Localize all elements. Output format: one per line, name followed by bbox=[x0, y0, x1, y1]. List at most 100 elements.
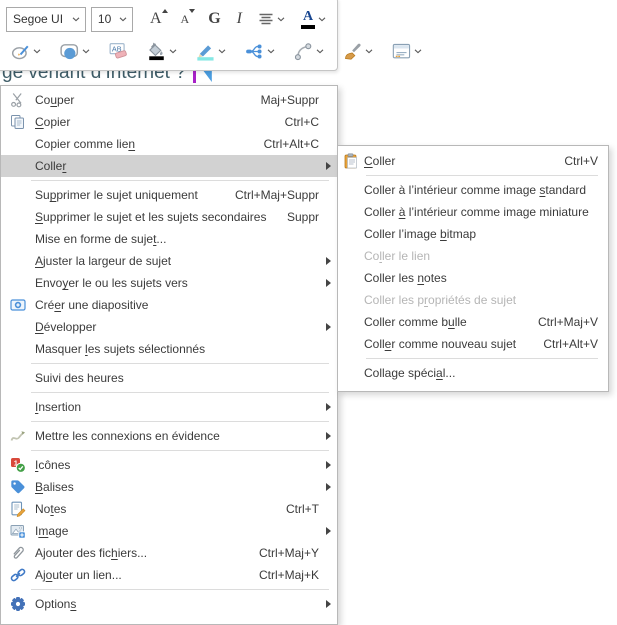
branch-style-button[interactable] bbox=[289, 38, 329, 64]
copy-icon bbox=[1, 114, 35, 130]
menu-item-label: Copier comme lien bbox=[35, 137, 250, 151]
menu-item-label: Ajouter des fichiers... bbox=[35, 546, 245, 560]
menu-item-label: Ajuster la largeur de sujet bbox=[35, 254, 319, 268]
menu-item-label: Coller l’image bitmap bbox=[364, 227, 598, 241]
chevron-down-icon bbox=[316, 49, 324, 54]
menu-item-copier[interactable]: CopierCtrl+C bbox=[1, 111, 337, 133]
menu-item-label: Coller comme bulle bbox=[364, 315, 524, 329]
menu-item-shortcut: Suppr bbox=[287, 210, 319, 224]
menu-item-creer-une-diapositive[interactable]: Créer une diapositive bbox=[1, 294, 337, 316]
scissors-icon bbox=[1, 92, 35, 108]
submenu-arrow-icon bbox=[326, 483, 331, 491]
format-painter-button[interactable] bbox=[338, 38, 378, 64]
submenu-arrow-slot bbox=[319, 483, 331, 491]
menu-item-ajouter-des-fichiers[interactable]: Ajouter des fichiers...Ctrl+Maj+Y bbox=[1, 542, 337, 564]
menu-item-coller-les-notes[interactable]: Coller les notes bbox=[338, 267, 608, 289]
menu-item-shortcut: Ctrl+T bbox=[286, 502, 319, 516]
menu-item-label: Mettre les connexions en évidence bbox=[35, 429, 319, 443]
submenu-arrow-slot bbox=[319, 257, 331, 265]
boundary-icon bbox=[11, 42, 30, 61]
chevron-down-icon bbox=[318, 17, 326, 22]
clear-formatting-button[interactable]: AB bbox=[104, 38, 133, 64]
shrink-font-arrow-icon bbox=[189, 9, 195, 13]
menu-item-suivi-des-heures[interactable]: Suivi des heures bbox=[1, 367, 337, 389]
italic-button[interactable]: I bbox=[232, 6, 247, 32]
menu-item-coller[interactable]: CollerCtrl+V bbox=[338, 150, 608, 172]
paste-submenu: CollerCtrl+V Coller à l’intérieur comme i… bbox=[337, 145, 609, 392]
shape-format-button[interactable] bbox=[55, 38, 95, 64]
font-color-icon: A bbox=[301, 10, 315, 29]
menu-item-collage-special[interactable]: Collage spécial... bbox=[338, 362, 608, 384]
menu-item-insertion[interactable]: Insertion bbox=[1, 396, 337, 418]
menu-item-masquer-les-sujets-selectionnes[interactable]: Masquer les sujets sélectionnés bbox=[1, 338, 337, 360]
submenu-arrow-slot bbox=[319, 527, 331, 535]
fill-color-button[interactable] bbox=[142, 38, 182, 64]
font-color-button[interactable]: A bbox=[296, 6, 331, 32]
submenu-arrow-icon bbox=[326, 600, 331, 608]
menu-item-label: Coller les propriétés de sujet bbox=[364, 293, 598, 307]
menu-item-label: Coller bbox=[35, 159, 319, 173]
line-spacing-button[interactable] bbox=[253, 6, 290, 32]
menu-separator bbox=[31, 421, 329, 422]
boundary-button[interactable] bbox=[6, 38, 46, 64]
menu-item-image[interactable]: Image bbox=[1, 520, 337, 542]
font-color-glyph: A bbox=[303, 10, 313, 24]
menu-item-mise-en-forme-de-sujet[interactable]: Mise en forme de sujet... bbox=[1, 228, 337, 250]
font-size-value: 10 bbox=[98, 12, 111, 26]
menu-item-coller[interactable]: Coller bbox=[1, 155, 337, 177]
menu-item-label: Créer une diapositive bbox=[35, 298, 319, 312]
menu-item-supprimer-le-sujet-uniquement[interactable]: Supprimer le sujet uniquementCtrl+Maj+Su… bbox=[1, 184, 337, 206]
menu-item-supprimer-le-sujet-et-les-sujets-secondaires[interactable]: Supprimer le sujet et les sujets seconda… bbox=[1, 206, 337, 228]
grow-font-button[interactable]: A bbox=[145, 6, 170, 32]
menu-item-coller-comme-nouveau-sujet[interactable]: Coller comme nouveau sujetCtrl+Alt+V bbox=[338, 333, 608, 355]
menu-item-icones[interactable]: 1Icônes bbox=[1, 454, 337, 476]
menu-item-coller-l-image-bitmap[interactable]: Coller l’image bitmap bbox=[338, 223, 608, 245]
chevron-down-icon bbox=[33, 49, 41, 54]
connections-button[interactable] bbox=[240, 38, 280, 64]
menu-item-label: Coller comme nouveau sujet bbox=[364, 337, 529, 351]
menu-item-coller-comme-bulle[interactable]: Coller comme bulle Ctrl+Maj+V bbox=[338, 311, 608, 333]
menu-item-envoyer-le-ou-les-sujets-vers[interactable]: Envoyer le ou les sujets vers bbox=[1, 272, 337, 294]
menu-item-mettre-les-connexions-en-evidence[interactable]: Mettre les connexions en évidence bbox=[1, 425, 337, 447]
chevron-down-icon bbox=[267, 49, 275, 54]
chevron-down-icon bbox=[72, 17, 80, 22]
menu-separator bbox=[366, 175, 598, 176]
menu-item-developper[interactable]: Développer bbox=[1, 316, 337, 338]
highlight-color-button[interactable] bbox=[191, 38, 231, 64]
menu-item-copier-comme-lien[interactable]: Copier comme lien Ctrl+Alt+C bbox=[1, 133, 337, 155]
font-size-select[interactable]: 10 bbox=[91, 7, 133, 32]
tag-icon bbox=[1, 479, 35, 495]
menu-item-coller-a-l-interieur-comme-image-standard[interactable]: Coller à l’intérieur comme image standar… bbox=[338, 179, 608, 201]
menu-item-coller-a-l-interieur-comme-image-miniature[interactable]: Coller à l’intérieur comme image miniatu… bbox=[338, 201, 608, 223]
icons-icon: 1 bbox=[1, 457, 35, 473]
menu-item-notes[interactable]: NotesCtrl+T bbox=[1, 498, 337, 520]
paste-icon bbox=[338, 153, 364, 169]
floating-format-toolbar: Segoe UI 10 AAGIA AB bbox=[0, 0, 338, 71]
slide-icon bbox=[1, 297, 35, 313]
shrink-font-button[interactable]: A bbox=[176, 6, 198, 32]
grow-font-glyph: A bbox=[150, 11, 162, 27]
grow-font-arrow-icon bbox=[162, 9, 168, 13]
properties-panel-button[interactable] bbox=[387, 38, 427, 64]
menu-item-couper[interactable]: CouperMaj+Suppr bbox=[1, 89, 337, 111]
menu-separator bbox=[31, 450, 329, 451]
menu-item-label: Options bbox=[35, 597, 319, 611]
menu-item-shortcut: Ctrl+Alt+C bbox=[264, 137, 319, 151]
branch-style-icon bbox=[294, 42, 313, 61]
menu-item-label: Couper bbox=[35, 93, 247, 107]
font-name-value: Segoe UI bbox=[13, 12, 63, 26]
paperclip-icon bbox=[1, 545, 35, 561]
bold-button[interactable]: G bbox=[203, 6, 225, 32]
menu-item-shortcut: Ctrl+Maj+V bbox=[538, 315, 598, 329]
menu-item-balises[interactable]: Balises bbox=[1, 476, 337, 498]
menu-item-label: Développer bbox=[35, 320, 319, 334]
menu-item-label: Copier bbox=[35, 115, 271, 129]
highlight-icon bbox=[196, 42, 215, 61]
menu-item-ajouter-un-lien[interactable]: Ajouter un lien...Ctrl+Maj+K bbox=[1, 564, 337, 586]
submenu-arrow-icon bbox=[326, 279, 331, 287]
submenu-arrow-slot bbox=[319, 432, 331, 440]
menu-item-options[interactable]: Options bbox=[1, 593, 337, 615]
menu-item-shortcut: Ctrl+V bbox=[564, 154, 598, 168]
menu-item-ajuster-la-largeur-de-sujet[interactable]: Ajuster la largeur de sujet bbox=[1, 250, 337, 272]
font-name-select[interactable]: Segoe UI bbox=[6, 7, 86, 32]
